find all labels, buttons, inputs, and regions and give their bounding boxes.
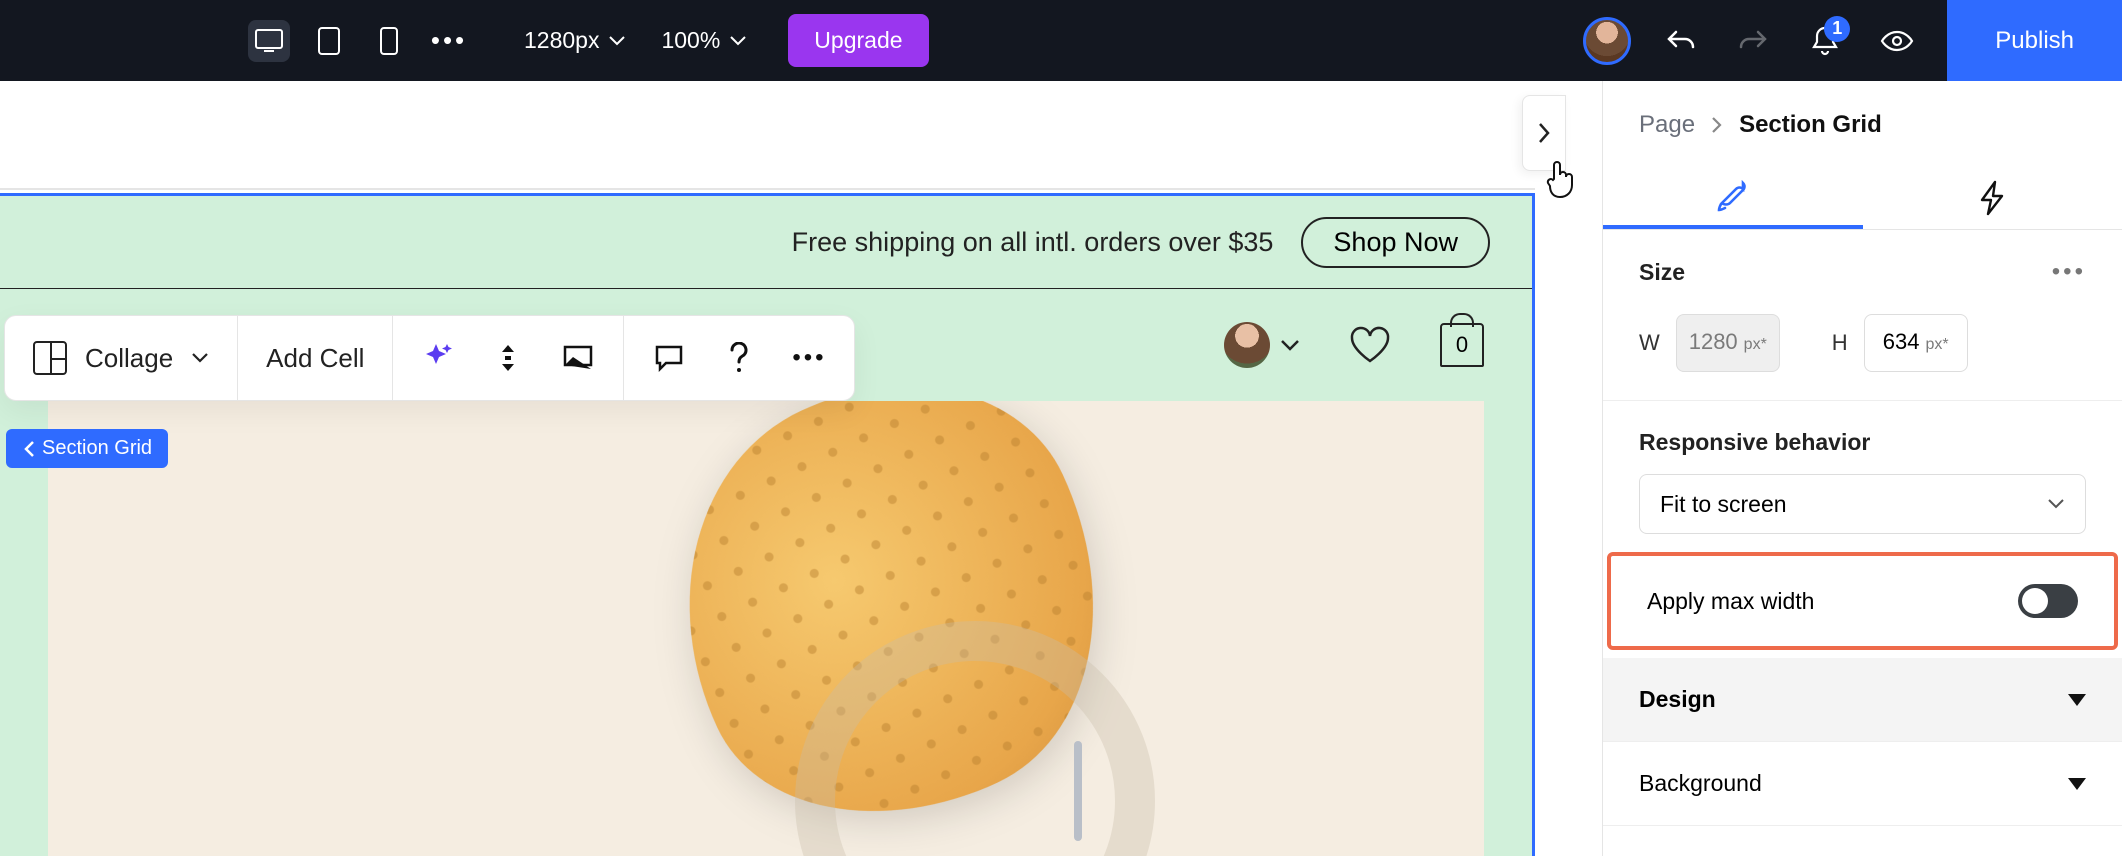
viewport-width-select[interactable]: 1280px xyxy=(524,27,625,54)
selection-tag[interactable]: Section Grid xyxy=(6,429,168,468)
more-options-icon[interactable]: ••• xyxy=(792,341,826,375)
size-more-icon[interactable]: ••• xyxy=(2052,258,2086,286)
layout-label: Collage xyxy=(85,343,173,374)
chevron-right-icon xyxy=(1711,116,1723,134)
redo-button[interactable] xyxy=(1731,19,1775,63)
wishlist-icon[interactable] xyxy=(1348,323,1392,367)
promo-bar: Free shipping on all intl. orders over $… xyxy=(0,196,1532,289)
inspector-collapse-handle[interactable] xyxy=(1522,95,1566,171)
reorder-icon[interactable] xyxy=(491,341,525,375)
crop-icon[interactable] xyxy=(561,341,595,375)
device-tablet-button[interactable] xyxy=(308,20,350,62)
apply-max-width-toggle[interactable] xyxy=(2018,584,2078,618)
comment-icon[interactable] xyxy=(652,341,686,375)
selected-section[interactable]: Free shipping on all intl. orders over $… xyxy=(0,193,1535,856)
upgrade-button[interactable]: Upgrade xyxy=(788,14,928,67)
publish-button[interactable]: Publish xyxy=(1947,0,2122,81)
ai-sparkle-icon[interactable] xyxy=(421,341,455,375)
responsive-panel: Responsive behavior Fit to screen xyxy=(1603,401,2122,544)
more-devices-button[interactable]: ••• xyxy=(428,20,470,62)
chevron-down-icon xyxy=(1280,339,1300,351)
upgrade-button-label: Upgrade xyxy=(814,27,902,53)
chevron-down-icon xyxy=(2047,498,2065,510)
add-cell-button[interactable]: Add Cell xyxy=(238,316,393,400)
apply-max-width-row: Apply max width xyxy=(1607,552,2118,650)
zoom-select[interactable]: 100% xyxy=(661,27,746,54)
tab-design[interactable] xyxy=(1603,167,1863,229)
height-input[interactable]: 634 px* xyxy=(1864,314,1968,372)
height-label: H xyxy=(1832,330,1848,356)
hero-image[interactable] xyxy=(48,401,1484,856)
collage-icon xyxy=(33,341,67,375)
shop-now-button[interactable]: Shop Now xyxy=(1301,217,1490,268)
background-accordion[interactable]: Background xyxy=(1603,742,2122,826)
account-menu[interactable] xyxy=(1224,322,1300,368)
width-input: 1280 px* xyxy=(1676,314,1780,372)
scrollbar[interactable] xyxy=(1074,741,1082,841)
design-accordion[interactable]: Design xyxy=(1603,658,2122,742)
device-desktop-button[interactable] xyxy=(248,20,290,62)
size-panel: Size ••• W 1280 px* H 634 px* xyxy=(1603,230,2122,401)
breadcrumb: Page Section Grid xyxy=(1603,81,2122,167)
section-toolbar: Collage Add Cell ••• xyxy=(4,315,855,401)
promo-message: Free shipping on all intl. orders over $… xyxy=(792,227,1274,258)
selection-tag-label: Section Grid xyxy=(42,437,152,460)
help-icon[interactable] xyxy=(722,341,756,375)
cart-button[interactable]: 0 xyxy=(1440,323,1484,367)
topbar: ••• 1280px 100% Upgrade 1 Publish xyxy=(0,0,2122,81)
cart-count: 0 xyxy=(1456,332,1468,358)
device-mobile-button[interactable] xyxy=(368,20,410,62)
responsive-heading: Responsive behavior xyxy=(1639,429,2086,456)
brush-icon xyxy=(1716,179,1750,213)
tab-interactions[interactable] xyxy=(1863,167,2122,229)
canvas[interactable]: Free shipping on all intl. orders over $… xyxy=(0,81,1602,856)
inspector-tabs xyxy=(1603,167,2122,230)
responsive-option-label: Fit to screen xyxy=(1660,491,1787,518)
viewport-width-label: 1280px xyxy=(524,27,599,54)
add-cell-label: Add Cell xyxy=(266,343,364,374)
responsive-behavior-select[interactable]: Fit to screen xyxy=(1639,474,2086,534)
width-label: W xyxy=(1639,330,1660,356)
triangle-down-icon xyxy=(2068,778,2086,790)
user-avatar-icon xyxy=(1224,322,1270,368)
layout-select[interactable]: Collage xyxy=(5,316,238,400)
background-heading: Background xyxy=(1639,770,1762,797)
triangle-down-icon xyxy=(2068,694,2086,706)
lightning-icon xyxy=(1978,180,2006,216)
breadcrumb-current: Section Grid xyxy=(1739,111,1882,139)
chevron-down-icon xyxy=(191,352,209,364)
account-avatar[interactable] xyxy=(1583,17,1631,65)
notifications-button[interactable]: 1 xyxy=(1803,19,1847,63)
apply-max-width-label: Apply max width xyxy=(1647,588,1814,615)
undo-button[interactable] xyxy=(1659,19,1703,63)
breadcrumb-page[interactable]: Page xyxy=(1639,111,1695,139)
notification-badge: 1 xyxy=(1824,16,1850,42)
preview-button[interactable] xyxy=(1875,19,1919,63)
zoom-label: 100% xyxy=(661,27,720,54)
design-heading: Design xyxy=(1639,686,1716,713)
chevron-left-icon xyxy=(22,440,36,458)
chevron-right-icon xyxy=(1536,121,1552,145)
size-heading: Size xyxy=(1639,259,1685,286)
publish-button-label: Publish xyxy=(1995,27,2074,55)
inspector-panel: Page Section Grid Size ••• W 1280 xyxy=(1602,81,2122,856)
